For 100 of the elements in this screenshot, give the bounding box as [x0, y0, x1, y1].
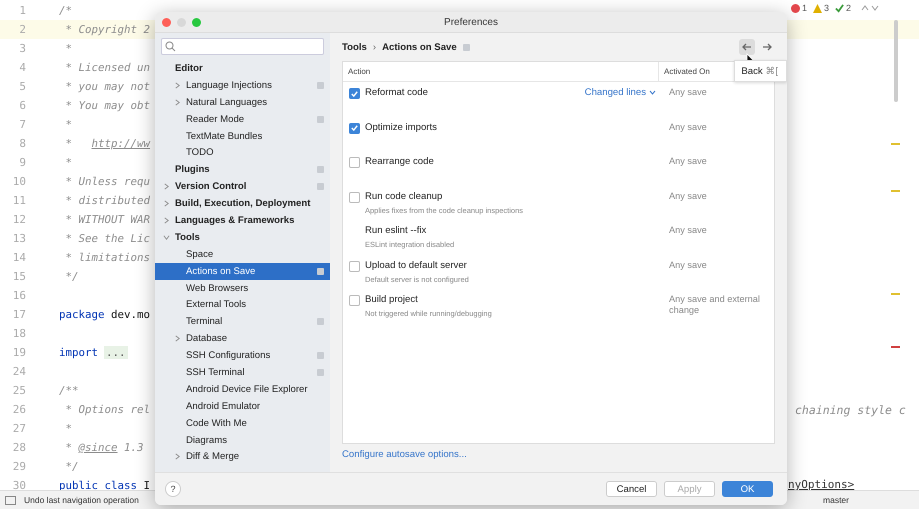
- chevron-down-icon[interactable]: [163, 234, 170, 241]
- action-title: Build project: [365, 294, 419, 305]
- line-number: 19: [12, 346, 26, 359]
- line-number: 9: [18, 156, 26, 169]
- warning-marker[interactable]: [891, 293, 900, 295]
- tree-item[interactable]: Diff & Merge: [155, 448, 330, 466]
- branch-widget[interactable]: master: [823, 495, 849, 505]
- checkbox[interactable]: [348, 157, 360, 168]
- code-text: * Unless requ: [64, 175, 150, 188]
- error-marker[interactable]: [891, 346, 900, 348]
- breadcrumb-item[interactable]: Actions on Save: [382, 42, 457, 52]
- line-number: 14: [12, 251, 26, 264]
- line-number: 18: [12, 327, 26, 340]
- tree-item[interactable]: SSH Configurations: [155, 347, 330, 364]
- search-field[interactable]: [161, 38, 324, 55]
- tree-label: Language Injections: [186, 80, 273, 91]
- tree-item[interactable]: TODO: [155, 144, 330, 162]
- line-number: 28: [12, 441, 26, 454]
- tree-item[interactable]: Code With Me: [155, 414, 330, 432]
- code-text: *: [64, 137, 74, 150]
- chevron-right-icon[interactable]: [163, 216, 170, 224]
- activation-text: Any save: [668, 122, 708, 134]
- tree-item[interactable]: Terminal: [155, 313, 330, 330]
- chevron-right-icon[interactable]: [174, 82, 181, 89]
- tree-item[interactable]: Android Device File Explorer: [155, 380, 330, 398]
- tree-item[interactable]: Tools: [155, 228, 330, 246]
- tree-item[interactable]: Language Injections: [155, 76, 330, 94]
- line-number: 10: [12, 175, 26, 188]
- panel-icon[interactable]: [5, 496, 16, 504]
- close-icon[interactable]: [162, 18, 171, 26]
- chevron-icon[interactable]: [861, 4, 879, 12]
- inspection-count[interactable]: 3: [812, 3, 829, 13]
- tree-label: Space: [186, 248, 214, 260]
- code-text: * limitations: [64, 251, 150, 264]
- tree-item[interactable]: Web Browsers: [155, 280, 330, 296]
- code-text: * distributed: [64, 194, 150, 207]
- tree-item[interactable]: Build, Execution, Deployment: [155, 195, 330, 212]
- inspection-count[interactable]: 1: [790, 3, 807, 13]
- code-text: public class: [59, 479, 138, 492]
- tree-item[interactable]: Version Control: [155, 178, 330, 196]
- chevron-right-icon[interactable]: [174, 453, 181, 460]
- tooltip: Back ⌘[: [734, 60, 787, 82]
- line-number: 26: [12, 403, 26, 416]
- tree-item[interactable]: Languages & Frameworks: [155, 212, 330, 229]
- scrollbar[interactable]: [894, 20, 898, 102]
- tree-label: Code With Me: [186, 418, 248, 429]
- tree-item[interactable]: Actions on Save: [155, 262, 330, 280]
- chevron-right-icon[interactable]: [174, 335, 181, 342]
- line-number: 17: [12, 308, 26, 321]
- tree-label: TextMate Bundles: [186, 130, 264, 142]
- inspection-count[interactable]: 2: [834, 3, 851, 13]
- tree-label: Build, Execution, Deployment: [175, 198, 312, 210]
- tree-item[interactable]: Plugins: [155, 161, 330, 178]
- dialog-button[interactable]: Cancel: [606, 481, 657, 497]
- tree-item[interactable]: SSH Terminal: [155, 364, 330, 381]
- checkbox[interactable]: [348, 295, 360, 306]
- tree-item[interactable]: Reader Mode: [155, 110, 330, 128]
- tree-item[interactable]: Space: [155, 246, 330, 263]
- tree-item[interactable]: Android Emulator: [155, 398, 330, 415]
- tree-label: Android Emulator: [186, 400, 262, 412]
- tree-item[interactable]: Editor: [155, 60, 330, 77]
- activation-text: Any save and external change: [668, 294, 761, 317]
- action-title: Rearrange code: [365, 156, 435, 167]
- tree-item[interactable]: TextMate Bundles: [155, 128, 330, 144]
- warning-marker[interactable]: [891, 190, 900, 192]
- line-number: 1: [18, 4, 26, 17]
- code-text: dev.mo: [110, 308, 150, 321]
- checkbox[interactable]: [348, 122, 360, 134]
- code-text: @since: [78, 441, 118, 454]
- chevron-right-icon[interactable]: [163, 183, 170, 190]
- tree-item[interactable]: Natural Languages: [155, 94, 330, 111]
- scope-dropdown[interactable]: Changed lines: [584, 87, 656, 98]
- code-text: 1.3: [123, 441, 144, 454]
- editor-breadcrumb[interactable]: nyOptions>: [788, 478, 854, 491]
- action-title: Run eslint --fix: [365, 225, 428, 236]
- configure-link[interactable]: Configure autosave options...: [342, 449, 467, 460]
- code-text: http://ww: [92, 137, 150, 150]
- code-text: */: [64, 270, 79, 283]
- line-number: 15: [12, 270, 26, 283]
- code-text: * WITHOUT WAR: [64, 213, 150, 226]
- dialog-button[interactable]: OK: [722, 481, 773, 497]
- checkbox[interactable]: [348, 260, 360, 272]
- error-icon: [790, 4, 800, 12]
- breadcrumb-item[interactable]: Tools: [342, 42, 367, 52]
- help-button[interactable]: ?: [165, 481, 181, 497]
- code-text: /**: [59, 384, 79, 397]
- checkbox[interactable]: [348, 192, 360, 202]
- warning-marker[interactable]: [891, 143, 900, 145]
- search-icon: [165, 41, 176, 52]
- tree-item[interactable]: Diagrams: [155, 432, 330, 448]
- chevron-right-icon[interactable]: [174, 98, 181, 106]
- code-text: * you may not: [64, 80, 150, 93]
- tree-item[interactable]: Database: [155, 330, 330, 348]
- checkbox[interactable]: [348, 88, 360, 99]
- code-text: *: [64, 156, 72, 169]
- tree-item[interactable]: External Tools: [155, 296, 330, 314]
- line-number: 16: [12, 289, 26, 302]
- zoom-icon[interactable]: [192, 18, 201, 26]
- window-title: Preferences: [444, 16, 498, 28]
- chevron-right-icon[interactable]: [163, 200, 170, 208]
